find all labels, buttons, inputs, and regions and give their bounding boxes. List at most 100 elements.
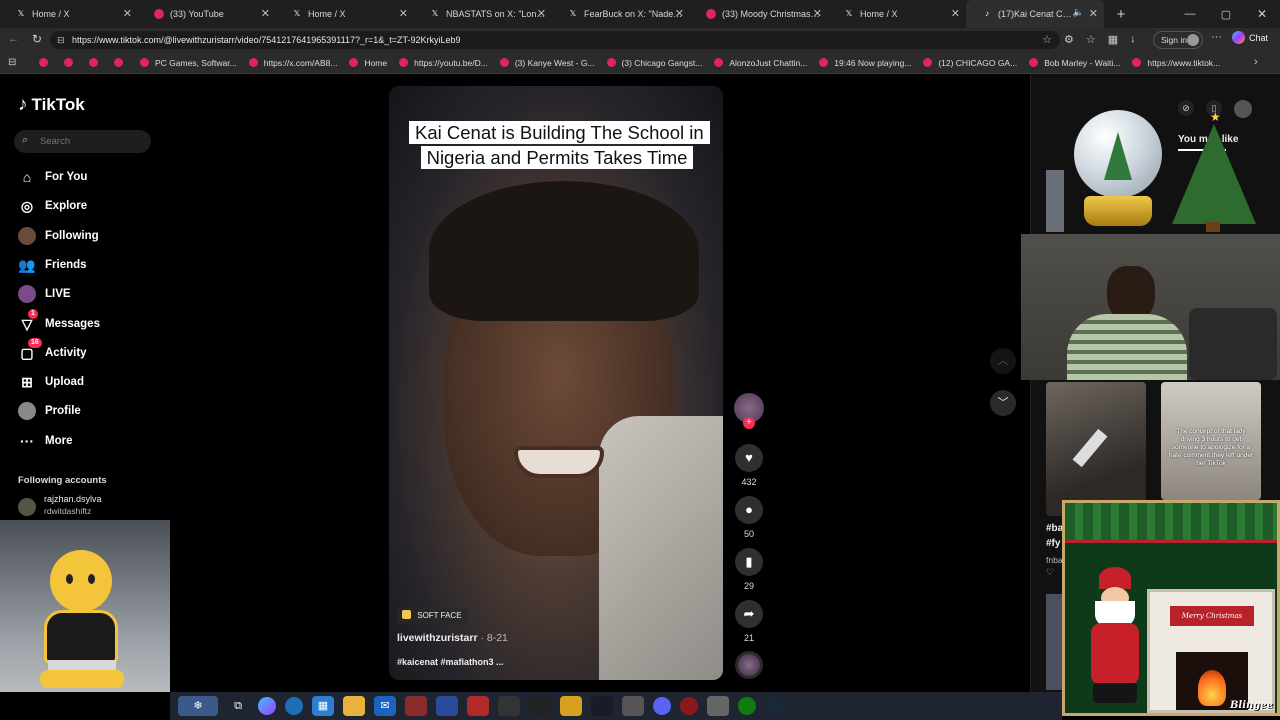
save-action[interactable]: ▮ 29 — [734, 548, 764, 591]
comment-action[interactable]: ● 50 — [734, 496, 764, 539]
favorites-icon[interactable]: ☆ — [1086, 33, 1096, 46]
bookmark-item[interactable]: (3) Chicago Gangst... — [601, 58, 709, 68]
file-explorer-icon[interactable] — [343, 696, 365, 716]
author-avatar[interactable]: + — [734, 393, 764, 429]
collections-icon[interactable]: ▦ — [1108, 33, 1118, 46]
maximize-button[interactable]: ▢ — [1208, 8, 1244, 21]
browser-tab[interactable]: 𝕏 FearBuck on X: "NadeXe got✕ — [552, 0, 690, 28]
comment-icon[interactable]: ● — [735, 496, 763, 524]
bookmark-menu-icon[interactable]: ⊟ — [8, 57, 16, 68]
close-tab-icon[interactable]: ✕ — [675, 7, 684, 20]
search-input[interactable] — [40, 134, 140, 148]
bookmark-item[interactable]: (12) CHICAGO GA... — [917, 58, 1023, 68]
music-tag[interactable]: SOFT FACE — [397, 608, 468, 624]
music-disc-icon[interactable] — [735, 651, 763, 679]
speaker-icon[interactable]: 🔈 — [1073, 7, 1084, 18]
close-tab-icon[interactable]: ✕ — [261, 7, 270, 20]
sidebar-item-live[interactable]: LIVE — [18, 283, 71, 305]
xbox-icon[interactable] — [738, 697, 756, 715]
outlook-icon[interactable]: ✉ — [374, 696, 396, 716]
search-box[interactable]: ⌕ — [14, 130, 151, 153]
next-video-button[interactable]: ﹀ — [990, 390, 1016, 416]
bookmark-item[interactable]: Home — [343, 58, 393, 68]
app-icon[interactable] — [680, 697, 698, 715]
video-player[interactable]: Kai Cenat is Building The School in Nige… — [389, 86, 723, 680]
browser-tab[interactable]: (33) Moody Christmas Wreat✕ — [690, 0, 828, 28]
app-icon[interactable] — [622, 696, 644, 716]
app-icon[interactable] — [467, 696, 489, 716]
app-icon[interactable] — [436, 696, 458, 716]
close-tab-icon[interactable]: ✕ — [1089, 7, 1098, 20]
sidebar-item-more[interactable]: ··· More — [18, 430, 72, 452]
url-field[interactable]: ⊟ https://www.tiktok.com/@livewithzurist… — [50, 31, 1060, 49]
recommended-thumbnail[interactable]: The concept of that lady driving 3 hours… — [1161, 382, 1261, 500]
bookmark-item[interactable]: Bob Marley - Waiti... — [1023, 58, 1126, 68]
steam-icon[interactable] — [765, 697, 783, 715]
share-action[interactable]: ➦ 21 — [734, 600, 764, 643]
microsoft-store-icon[interactable]: ▦ — [312, 696, 334, 716]
sidebar-item-for-you[interactable]: ⌂ For You — [18, 166, 88, 188]
bookmark-item[interactable]: AlonzoJust Chattin... — [708, 58, 813, 68]
sidebar-item-friends[interactable]: 👥 Friends — [18, 254, 86, 276]
browser-tab[interactable]: 𝕏 Home / X ✕ — [0, 0, 138, 28]
previous-video-button[interactable]: ︿ — [990, 348, 1016, 374]
download-icon[interactable]: ↓ — [1130, 33, 1136, 46]
browser-tab[interactable]: ♪ (17)Kai Cenat Construy🔈 ✕ — [966, 0, 1104, 28]
settings-more-icon[interactable]: ··· — [1211, 31, 1222, 43]
close-tab-icon[interactable]: ✕ — [123, 7, 132, 20]
app-icon[interactable] — [707, 696, 729, 716]
back-icon[interactable]: ← — [8, 33, 19, 45]
heart-icon[interactable]: ♥ — [735, 444, 763, 472]
recommended-thumbnail[interactable] — [1046, 382, 1146, 516]
copilot-icon[interactable] — [258, 697, 276, 715]
recommended-thumbnail[interactable] — [1046, 170, 1064, 232]
app-icon[interactable] — [529, 696, 551, 716]
sidebar-item-messages[interactable]: ▽ 1 Messages — [18, 309, 100, 335]
app-icon[interactable] — [498, 696, 520, 716]
copilot-chat-button[interactable]: Chat — [1232, 31, 1268, 44]
reload-icon[interactable]: ↻ — [32, 32, 42, 46]
close-tab-icon[interactable]: ✕ — [399, 7, 408, 20]
bookmark-item[interactable]: (3) Kanye West - G... — [494, 58, 601, 68]
bookmark-item[interactable] — [59, 58, 84, 67]
bookmark-item[interactable] — [34, 58, 59, 67]
sign-in-button[interactable]: Sign in — [1153, 31, 1203, 49]
share-icon[interactable]: ➦ — [735, 600, 763, 628]
task-view-icon[interactable]: ⧉ — [227, 696, 249, 716]
tiktok-logo[interactable]: ♪ TikTok — [18, 94, 85, 116]
bookmark-item[interactable] — [109, 58, 134, 67]
bookmark-item[interactable]: https://youtu.be/D... — [393, 58, 494, 68]
bookmark-item[interactable]: 19:46 Now playing... — [813, 58, 917, 68]
like-action[interactable]: ♥ 432 — [734, 444, 764, 487]
minimize-button[interactable]: — — [1172, 8, 1208, 20]
video-author[interactable]: livewithzuristarr — [397, 632, 478, 644]
bookmark-item[interactable]: PC Games, Softwar... — [134, 58, 243, 68]
close-tab-icon[interactable]: ✕ — [951, 7, 960, 20]
close-window-button[interactable]: ✕ — [1244, 7, 1280, 21]
browser-tab[interactable]: (33) YouTube ✕ — [138, 0, 276, 28]
browser-tab[interactable]: 𝕏 Home / X ✕ — [276, 0, 414, 28]
follow-plus-icon[interactable]: + — [743, 417, 755, 429]
sidebar-item-activity[interactable]: ▢ 16 Activity — [18, 338, 87, 364]
browser-tab[interactable]: 𝕏 Home / X ✕ — [828, 0, 966, 28]
bookmark-icon[interactable]: ▮ — [735, 548, 763, 576]
sidebar-item-explore[interactable]: ◎ Explore — [18, 195, 87, 217]
browser-tab[interactable]: 𝕏 NBASTATS on X: "Lonzo Ball✕ — [414, 0, 552, 28]
new-tab-button[interactable]: + — [1110, 6, 1132, 23]
app-icon[interactable] — [591, 696, 613, 716]
app-icon[interactable] — [560, 696, 582, 716]
edge-browser-icon[interactable] — [285, 697, 303, 715]
close-tab-icon[interactable]: ✕ — [537, 7, 546, 20]
site-info-icon[interactable]: ⊟ — [57, 31, 65, 49]
extensions-icon[interactable]: ⚙ — [1064, 33, 1074, 46]
favorite-star-icon[interactable]: ☆ — [1042, 31, 1052, 49]
weather-snow-icon[interactable]: ❄ — [178, 696, 218, 716]
game-app-icon[interactable] — [405, 696, 427, 716]
bookmark-item[interactable]: https://www.tiktok... — [1126, 58, 1226, 68]
bookmarks-overflow-icon[interactable]: › — [1254, 56, 1258, 68]
video-hashtags[interactable]: #kaicenat #mafiathon3 ... — [397, 657, 504, 667]
bookmark-item[interactable]: https://x.com/AB8... — [243, 58, 344, 68]
close-tab-icon[interactable]: ✕ — [813, 7, 822, 20]
sidebar-item-profile[interactable]: Profile — [18, 400, 81, 422]
bookmark-item[interactable] — [84, 58, 109, 67]
